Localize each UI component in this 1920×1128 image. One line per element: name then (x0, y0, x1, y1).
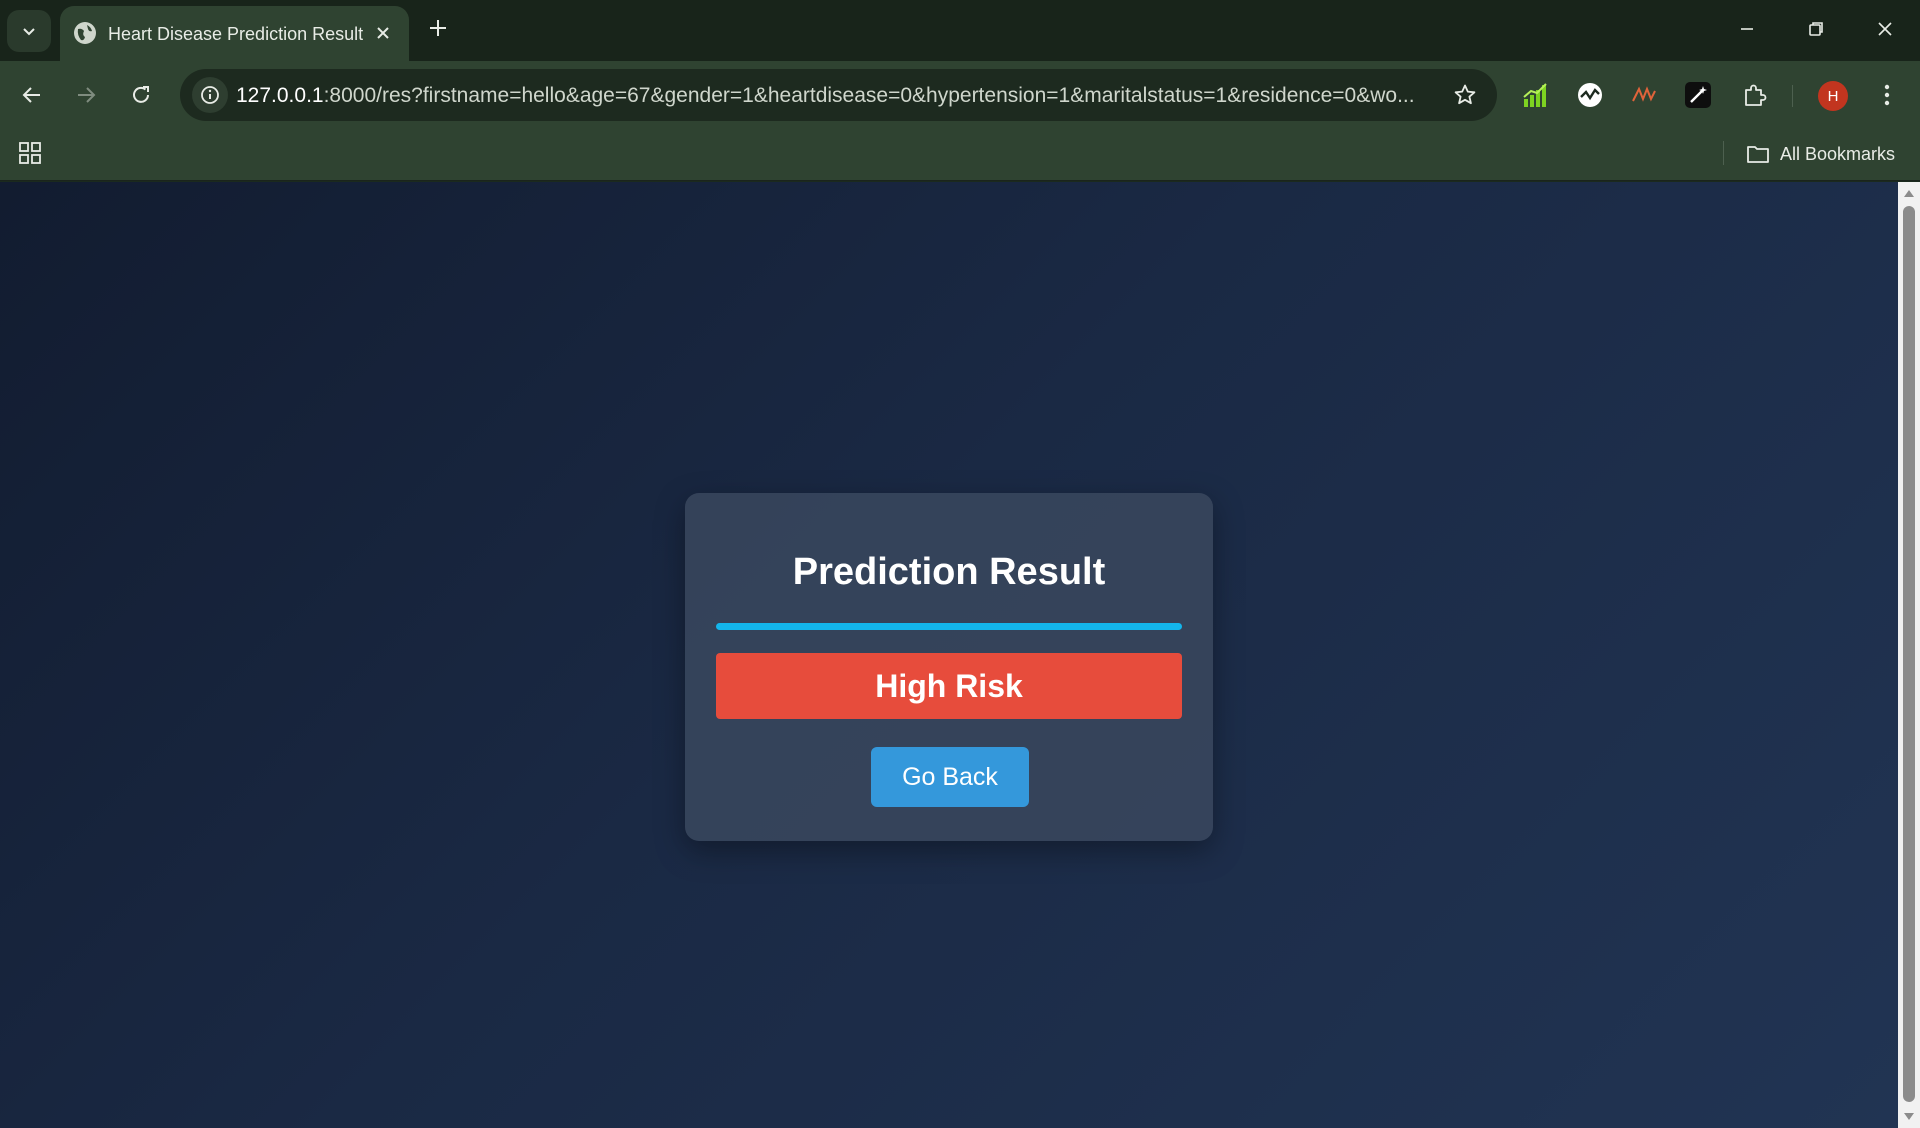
tab-strip: Heart Disease Prediction Result (0, 0, 1920, 61)
triangle-up-icon (1904, 190, 1914, 197)
forward-button[interactable] (68, 77, 104, 113)
puzzle-icon (1745, 84, 1767, 106)
folder-icon (1747, 146, 1769, 163)
extension-activity-button[interactable] (1572, 77, 1608, 113)
restore-icon (1809, 22, 1823, 36)
bookmark-star-button[interactable] (1451, 81, 1479, 109)
reload-button[interactable] (123, 77, 159, 113)
site-info-button[interactable] (192, 77, 228, 113)
arrow-right-icon (78, 87, 96, 103)
tab-active[interactable]: Heart Disease Prediction Result (60, 6, 409, 61)
info-icon (201, 86, 219, 104)
globe-icon (74, 22, 96, 44)
scroll-down-arrow[interactable] (1902, 1110, 1916, 1124)
all-bookmarks-label: All Bookmarks (1780, 143, 1896, 164)
star-icon (1454, 84, 1476, 105)
minimize-button[interactable] (1724, 10, 1770, 48)
bookmarks-separator (1723, 141, 1724, 165)
profile-avatar[interactable]: H (1818, 81, 1848, 111)
close-icon (1878, 22, 1892, 36)
signature-icon (1632, 86, 1656, 102)
arrow-left-icon (22, 87, 40, 103)
url-host: 127.0.0.1 (236, 84, 324, 107)
close-icon (377, 27, 389, 39)
extension-wand-button[interactable] (1680, 77, 1716, 113)
triangle-down-icon (1904, 1113, 1914, 1120)
back-button[interactable] (14, 77, 50, 113)
extension-signature-button[interactable] (1626, 77, 1662, 113)
chevron-down-icon (23, 28, 35, 36)
tab-search-button[interactable] (7, 10, 51, 52)
extensions-button[interactable] (1736, 77, 1772, 113)
restore-button[interactable] (1793, 10, 1839, 48)
grid-icon (19, 142, 41, 164)
more-vertical-icon (1884, 84, 1890, 106)
new-tab-button[interactable] (424, 14, 452, 42)
bar-chart-icon (1523, 83, 1547, 107)
extension-chart-button[interactable] (1517, 77, 1553, 113)
url-path: :8000/res?firstname=hello&age=67&gender=… (323, 84, 1415, 107)
risk-result-banner: High Risk (716, 653, 1182, 719)
apps-button[interactable] (16, 139, 44, 167)
prediction-result-card: Prediction Result High Risk Go Back (685, 493, 1213, 841)
address-bar[interactable]: 127.0.0.1:8000/res?firstname=hello&age=6… (180, 69, 1497, 121)
title-divider (716, 623, 1182, 630)
tab-title: Heart Disease Prediction Result (108, 24, 364, 44)
go-back-button[interactable]: Go Back (871, 747, 1029, 807)
reload-icon (133, 86, 149, 103)
scroll-up-arrow[interactable] (1902, 186, 1916, 200)
magic-wand-icon (1685, 82, 1711, 108)
scrollbar-thumb[interactable] (1903, 206, 1915, 1102)
page-title: Prediction Result (792, 551, 1106, 593)
all-bookmarks-button[interactable]: All Bookmarks (1746, 139, 1895, 169)
url-text: 127.0.0.1:8000/res?firstname=hello&age=6… (236, 84, 1436, 108)
bookmarks-bar: All Bookmarks (0, 129, 1920, 181)
page-viewport: Prediction Result High Risk Go Back (0, 182, 1898, 1128)
minimize-icon (1741, 28, 1753, 30)
toolbar-separator (1792, 85, 1793, 107)
page-scrollbar[interactable] (1898, 182, 1920, 1128)
browser-menu-button[interactable] (1869, 77, 1905, 113)
plus-icon (430, 20, 446, 36)
window-close-button[interactable] (1862, 10, 1908, 48)
browser-toolbar: 127.0.0.1:8000/res?firstname=hello&age=6… (0, 61, 1920, 129)
tab-close-button[interactable] (370, 20, 396, 46)
activity-icon (1578, 83, 1602, 107)
